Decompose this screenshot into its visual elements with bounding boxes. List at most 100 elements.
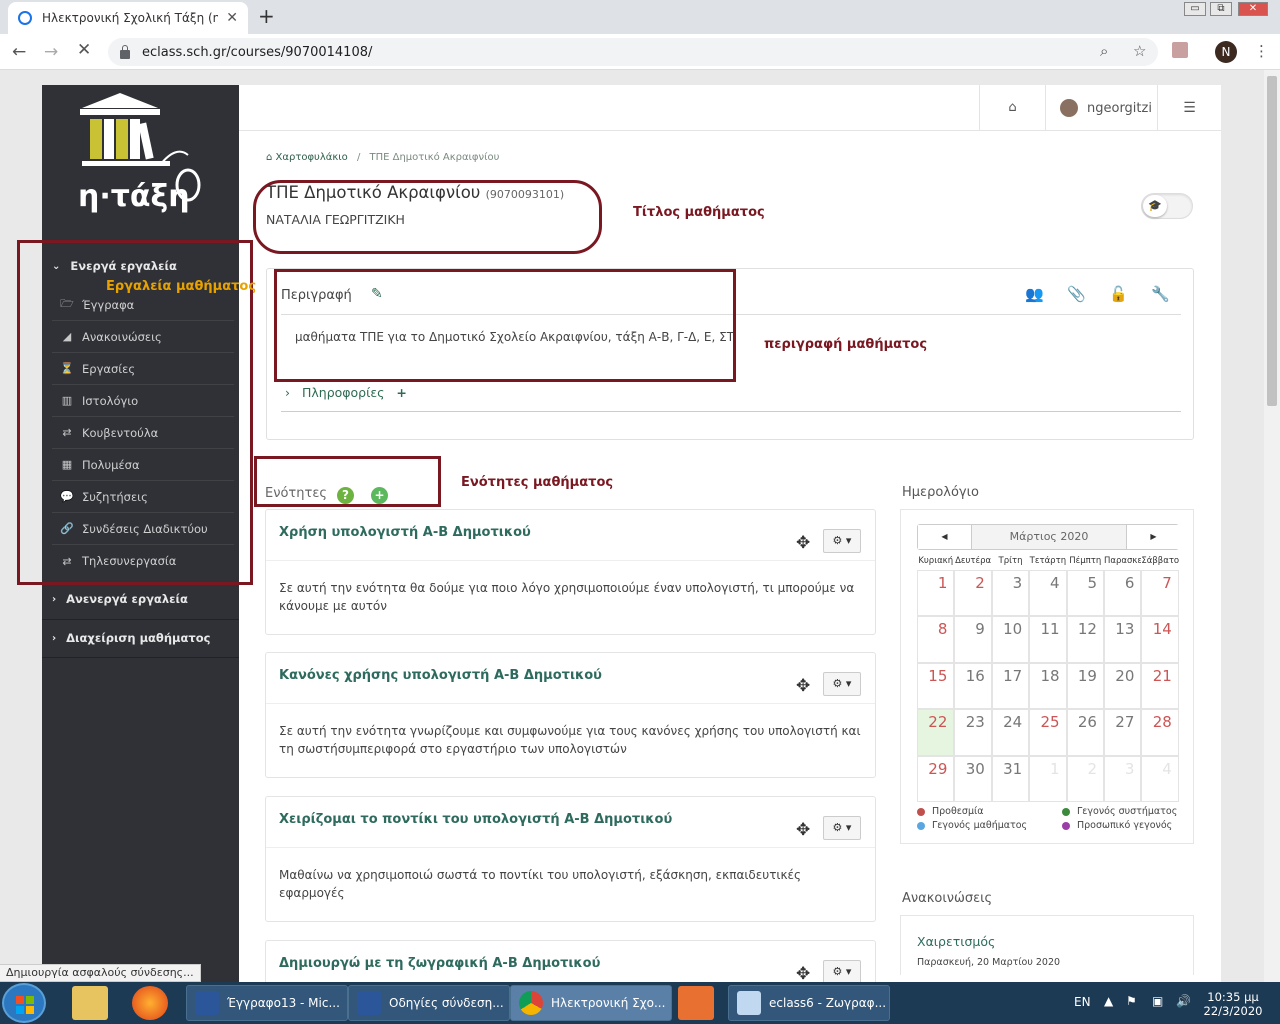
calendar-day-next-month[interactable]: 1	[1029, 755, 1067, 802]
calendar-day[interactable]: 4	[1029, 570, 1067, 617]
browser-menu-icon[interactable]: ⋮	[1254, 42, 1269, 60]
calendar-day[interactable]: 8	[917, 616, 955, 663]
scrollbar-thumb[interactable]	[1267, 76, 1277, 406]
unit-title[interactable]: Χειρίζομαι το ποντίκι του υπολογιστή Α-Β…	[279, 812, 672, 827]
address-bar[interactable]: eclass.sch.gr/courses/9070014108/	[108, 38, 1158, 66]
users-icon[interactable]: 👥	[1025, 285, 1044, 303]
calendar-day[interactable]: 27	[1104, 709, 1142, 756]
calendar-day[interactable]: 26	[1066, 709, 1104, 756]
move-icon[interactable]: ✥	[796, 676, 810, 696]
breadcrumb-portfolio-link[interactable]: Χαρτοφυλάκιο	[276, 152, 348, 163]
sliders-icon[interactable]: ☰	[1157, 85, 1221, 131]
move-icon[interactable]: ✥	[796, 533, 810, 553]
calendar-day[interactable]: 13	[1104, 616, 1142, 663]
calendar-heading: Ημερολόγιο	[902, 485, 979, 500]
pdf-extension-icon[interactable]	[1172, 42, 1188, 58]
language-indicator[interactable]: EN	[1074, 995, 1091, 1009]
calendar-day[interactable]: 17	[991, 662, 1030, 710]
calendar-day[interactable]: 24	[991, 709, 1030, 756]
calendar-day[interactable]: 18	[1029, 662, 1067, 710]
unit-description: Μαθαίνω να χρησιμοποιώ σωστά το ποντίκι …	[279, 868, 802, 900]
calendar-day[interactable]: 14	[1141, 616, 1179, 663]
legend-label: Γεγονός μαθήματος	[932, 820, 1028, 831]
move-icon[interactable]: ✥	[796, 964, 810, 982]
calendar-next-icon[interactable]: ▶	[1126, 525, 1180, 549]
calendar-day[interactable]: 3	[991, 570, 1030, 617]
calendar-day[interactable]: 20	[1104, 662, 1142, 710]
profile-avatar[interactable]: N	[1215, 41, 1237, 63]
unit-actions-button[interactable]: ⚙ ▾	[823, 529, 861, 553]
calendar-day[interactable]: 7	[1141, 570, 1179, 617]
eclass-logo[interactable]: η·τάξη	[42, 85, 239, 235]
unit-actions-button[interactable]: ⚙ ▾	[823, 672, 861, 696]
unit-title[interactable]: Δημιουργώ με τη ζωγραφική Α-Β Δημοτικού	[279, 956, 600, 971]
back-arrow-icon[interactable]: ←	[12, 42, 26, 62]
taskbar-word-doc13[interactable]: Έγγραφο13 - Mic...	[186, 985, 348, 1021]
calendar-day[interactable]: 29	[917, 755, 955, 802]
new-tab-button[interactable]: +	[258, 4, 275, 28]
tab-close-icon[interactable]: ✕	[226, 10, 238, 26]
calendar-day[interactable]: 31	[991, 755, 1030, 802]
volume-icon[interactable]: 🔊	[1176, 994, 1191, 1008]
calendar-day[interactable]: 2	[954, 570, 992, 617]
calendar-day[interactable]: 15	[917, 662, 955, 710]
taskbar-word-instructions[interactable]: Οδηγίες σύνδεση...	[348, 985, 510, 1021]
windows-taskbar: Έγγραφο13 - Mic... Οδηγίες σύνδεση... Ηλ…	[0, 982, 1280, 1024]
page-scrollbar[interactable]	[1264, 70, 1280, 982]
bookmark-star-icon[interactable]: ☆	[1133, 42, 1146, 60]
calendar-day[interactable]: 25	[1029, 709, 1067, 756]
windows-logo-icon	[16, 1006, 24, 1014]
calendar-prev-icon[interactable]: ◀	[918, 525, 972, 549]
window-restore-button[interactable]: ⧉	[1210, 2, 1232, 16]
student-view-toggle[interactable]: 🎓	[1141, 193, 1193, 219]
calendar-day[interactable]: 1	[917, 570, 955, 617]
stop-loading-icon[interactable]: ✕	[77, 40, 91, 60]
taskbar-chrome[interactable]: Ηλεκτρονική Σχο...	[510, 985, 672, 1021]
calendar-day[interactable]: 11	[1029, 616, 1067, 663]
calendar-day[interactable]: 10	[991, 616, 1030, 663]
calendar-day-next-month[interactable]: 2	[1066, 755, 1104, 802]
action-center-flag-icon[interactable]: ⚑	[1126, 994, 1137, 1008]
media-player-icon[interactable]	[678, 986, 714, 1020]
calendar-day[interactable]: 6	[1104, 570, 1142, 617]
show-hidden-icons-icon[interactable]: ▲	[1104, 994, 1113, 1008]
start-button[interactable]	[2, 983, 46, 1023]
taskbar-paint[interactable]: eclass6 - Ζωγραφ...	[728, 985, 890, 1021]
divider	[266, 703, 875, 704]
unlock-icon[interactable]: 🔓	[1109, 285, 1128, 303]
unit-title[interactable]: Κανόνες χρήσης υπολογιστή Α-Β Δημοτικού	[279, 668, 602, 683]
taskbar-clock[interactable]: 10:35 μμ 22/3/2020	[1198, 990, 1268, 1018]
calendar-day-next-month[interactable]: 4	[1141, 755, 1179, 802]
file-explorer-icon[interactable]	[72, 986, 108, 1020]
calendar-day[interactable]: 21	[1141, 662, 1179, 710]
unit-actions-button[interactable]: ⚙ ▾	[823, 960, 861, 982]
window-close-button[interactable]: ✕	[1238, 2, 1268, 16]
forward-arrow-icon[interactable]: →	[44, 42, 58, 62]
window-minimize-button[interactable]: ▭	[1184, 2, 1206, 16]
calendar-day-next-month[interactable]: 3	[1104, 755, 1142, 802]
calendar-day[interactable]: 22	[917, 709, 955, 756]
announcement-title[interactable]: Χαιρετισμός	[917, 934, 995, 949]
move-icon[interactable]: ✥	[796, 820, 810, 840]
calendar-day[interactable]: 30	[954, 755, 992, 802]
firefox-icon[interactable]	[132, 986, 168, 1020]
network-icon[interactable]: ▣	[1152, 994, 1163, 1008]
wrench-icon[interactable]: 🔧	[1151, 285, 1170, 303]
browser-tab[interactable]: Ηλεκτρονική Σχολική Τάξη (η-Τά ✕	[8, 2, 248, 34]
user-menu[interactable]: ngeorgitzi	[1045, 85, 1157, 131]
zoom-icon[interactable]: ⌕	[1100, 42, 1108, 60]
calendar-day[interactable]: 5	[1066, 570, 1104, 617]
unit-title[interactable]: Χρήση υπολογιστή Α-Β Δημοτικού	[279, 525, 531, 540]
info-toggle[interactable]: › Πληροφορίες +	[285, 385, 407, 400]
inactive-tools-group[interactable]: › Ανενεργά εργαλεία	[52, 592, 239, 606]
calendar-day[interactable]: 12	[1066, 616, 1104, 663]
home-icon[interactable]: ⌂	[979, 85, 1045, 131]
unit-actions-button[interactable]: ⚙ ▾	[823, 816, 861, 840]
calendar-day[interactable]: 19	[1066, 662, 1104, 710]
calendar-day[interactable]: 28	[1141, 709, 1179, 756]
calendar-day[interactable]: 9	[954, 616, 992, 663]
course-admin-group[interactable]: › Διαχείριση μαθήματος	[52, 631, 239, 645]
calendar-day[interactable]: 16	[954, 662, 992, 710]
paperclip-icon[interactable]: 📎	[1067, 285, 1086, 303]
calendar-day[interactable]: 23	[954, 709, 992, 756]
